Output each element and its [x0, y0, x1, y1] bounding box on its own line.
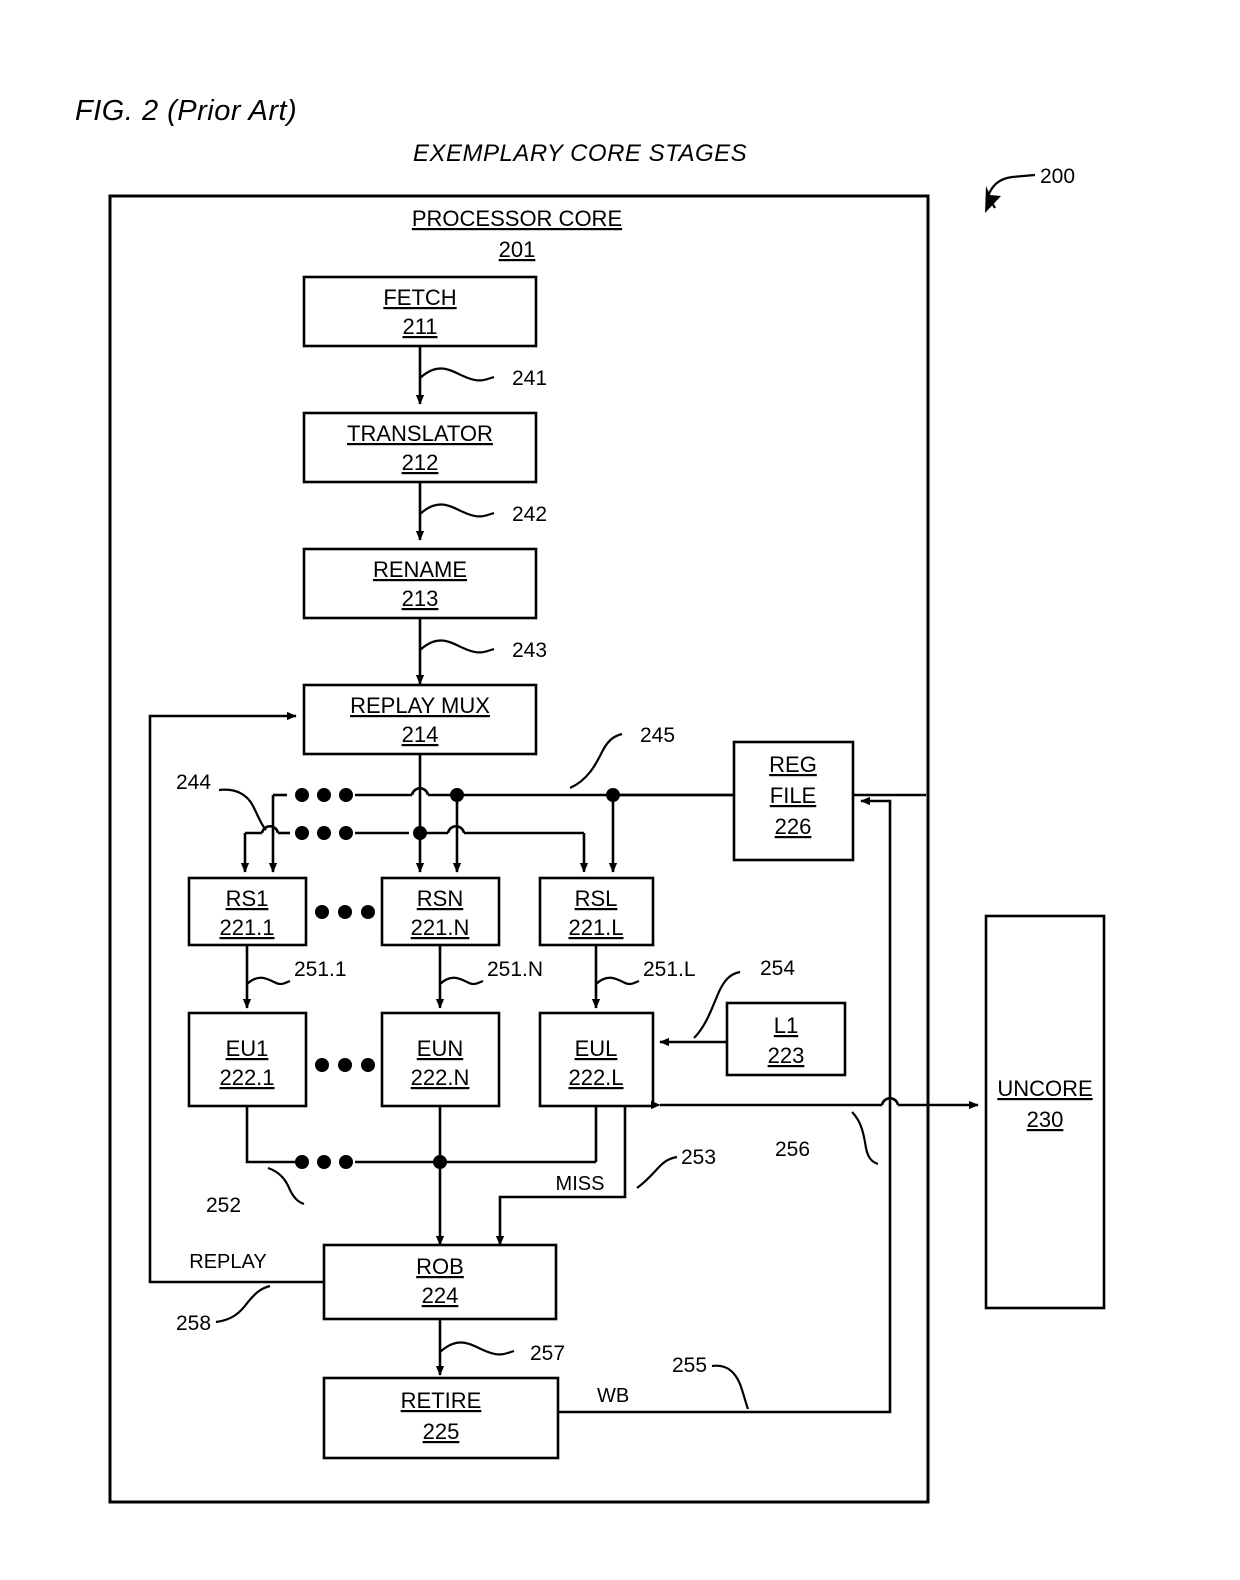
callout-200-label: 200 [1040, 165, 1075, 188]
svg-text:222.N: 222.N [411, 1065, 470, 1090]
block-translator[interactable]: TRANSLATOR 212 [302, 411, 538, 484]
block-replay-mux[interactable]: REPLAY MUX 214 [302, 683, 538, 756]
svg-text:214: 214 [402, 722, 439, 747]
svg-text:RS1: RS1 [226, 886, 269, 911]
svg-text:211: 211 [402, 314, 437, 339]
svg-text:221.1: 221.1 [219, 915, 274, 940]
callout-200: 200 [985, 165, 1075, 213]
block-rob[interactable]: ROB 224 [322, 1243, 558, 1321]
label-244: 244 [176, 771, 211, 794]
label-wb: WB [597, 1385, 629, 1407]
junction-upper-rsl [606, 788, 620, 802]
svg-text:223: 223 [768, 1043, 805, 1068]
svg-text:212: 212 [402, 450, 439, 475]
svg-text:222.L: 222.L [568, 1065, 623, 1090]
block-eu1[interactable]: EU1 222.1 [187, 1011, 308, 1108]
junction-upper-rsn [450, 788, 464, 802]
label-251-1: 251.1 [294, 958, 347, 981]
block-rs1[interactable]: RS1 221.1 [187, 876, 308, 947]
label-256: 256 [775, 1138, 810, 1161]
svg-text:L1: L1 [774, 1013, 798, 1038]
svg-text:RSN: RSN [417, 886, 463, 911]
bus-ellipsis-upper [295, 788, 353, 802]
svg-text:FETCH: FETCH [383, 285, 456, 310]
label-243: 243 [512, 639, 547, 662]
label-258: 258 [176, 1312, 211, 1335]
svg-text:TRANSLATOR: TRANSLATOR [347, 421, 493, 446]
processor-core-ref: 201 [499, 237, 536, 262]
block-eun[interactable]: EUN 222.N [380, 1011, 501, 1108]
label-251-n: 251.N [487, 958, 543, 981]
svg-text:RETIRE: RETIRE [401, 1388, 482, 1413]
block-rsn[interactable]: RSN 221.N [380, 876, 501, 947]
svg-text:REG: REG [769, 752, 817, 777]
label-replay: REPLAY [189, 1251, 266, 1273]
block-retire[interactable]: RETIRE 225 [322, 1376, 560, 1460]
label-miss: MISS [556, 1173, 605, 1195]
svg-text:REPLAY MUX: REPLAY MUX [350, 693, 490, 718]
svg-text:224: 224 [422, 1283, 459, 1308]
label-251-l: 251.L [643, 958, 696, 981]
block-uncore[interactable]: UNCORE 230 [984, 914, 1106, 1310]
label-253: 253 [681, 1146, 716, 1169]
svg-text:221.L: 221.L [568, 915, 623, 940]
junction-lower-mux [413, 826, 427, 840]
svg-text:FILE: FILE [770, 783, 816, 808]
label-241: 241 [512, 367, 547, 390]
svg-text:EUN: EUN [417, 1036, 463, 1061]
svg-text:RENAME: RENAME [373, 557, 467, 582]
label-252: 252 [206, 1194, 241, 1217]
rs-row-ellipsis [315, 905, 375, 919]
svg-text:221.N: 221.N [411, 915, 470, 940]
block-l1[interactable]: L1 223 [725, 1001, 847, 1077]
diagram-canvas: 200 PROCESSOR CORE 201 FETCH 211 241 TRA… [108, 165, 1106, 1504]
svg-text:226: 226 [775, 814, 812, 839]
svg-text:213: 213 [402, 586, 439, 611]
svg-text:EU1: EU1 [226, 1036, 269, 1061]
svg-text:225: 225 [423, 1419, 460, 1444]
label-257: 257 [530, 1342, 565, 1365]
svg-text:RSL: RSL [575, 886, 618, 911]
result-bus-ellipsis [295, 1155, 353, 1169]
svg-text:230: 230 [1027, 1107, 1064, 1132]
block-reg-file[interactable]: REG FILE 226 [732, 740, 855, 862]
block-eul[interactable]: EUL 222.L [538, 1011, 655, 1108]
block-fetch[interactable]: FETCH 211 [302, 275, 538, 348]
svg-text:222.1: 222.1 [219, 1065, 274, 1090]
label-242: 242 [512, 503, 547, 526]
block-rsl[interactable]: RSL 221.L [538, 876, 655, 947]
eu-row-ellipsis [315, 1058, 375, 1072]
processor-core-title: PROCESSOR CORE [412, 206, 622, 231]
label-255: 255 [672, 1354, 707, 1377]
block-rename[interactable]: RENAME 213 [302, 547, 538, 620]
svg-text:ROB: ROB [416, 1254, 464, 1279]
svg-text:EUL: EUL [575, 1036, 618, 1061]
bus-ellipsis-lower [295, 826, 353, 840]
label-254: 254 [760, 957, 795, 980]
label-245: 245 [640, 724, 675, 747]
svg-text:UNCORE: UNCORE [997, 1076, 1092, 1101]
